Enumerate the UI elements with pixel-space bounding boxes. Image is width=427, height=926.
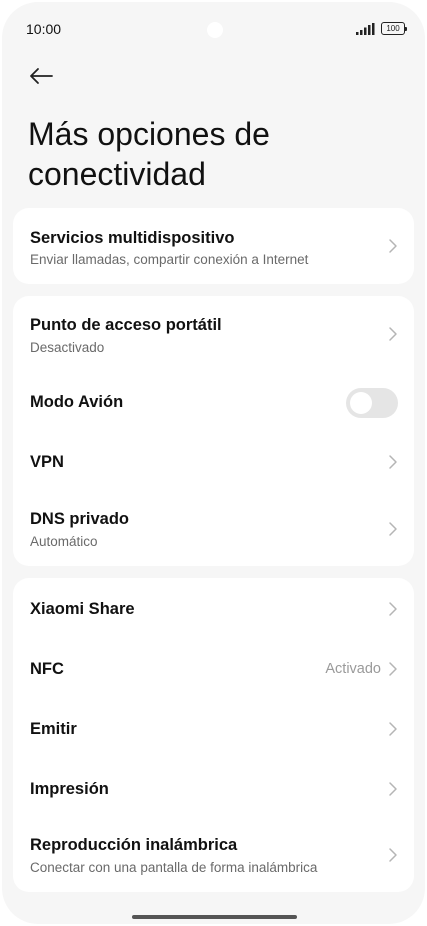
front-camera [207,22,223,38]
page-title: Más opciones de conectividad [28,116,270,192]
chevron-right-icon [389,522,397,536]
chevron-right-icon [389,662,397,676]
card-multidevice: Servicios multidispositivo Enviar llamad… [13,208,414,284]
battery-level: 100 [386,23,400,33]
airplane-mode-toggle[interactable] [346,388,398,418]
toggle-knob [350,392,372,414]
row-impresion[interactable]: Impresión [13,758,414,818]
chevron-right-icon [389,722,397,736]
status-bar: 10:00 100 [2,2,425,54]
signal-icon [356,22,375,35]
row-title: Modo Avión [30,393,124,411]
row-title: DNS privado [30,510,130,528]
nfc-status-value: Activado [325,661,381,677]
row-title: NFC [30,660,64,678]
chevron-right-icon [389,782,397,796]
card-network: Punto de acceso portátil Desactivado Mod… [13,296,414,566]
row-title: VPN [30,453,64,471]
chevron-right-icon [389,327,397,341]
back-button[interactable] [24,62,58,90]
row-subtitle: Automático [30,534,98,549]
chevron-right-icon [389,455,397,469]
row-subtitle: Enviar llamadas, compartir conexión a In… [30,252,309,267]
row-title: Punto de acceso portátil [30,316,222,334]
row-subtitle: Conectar con una pantalla de forma inalá… [30,860,318,875]
row-dns-privado[interactable]: DNS privado Automático [13,492,414,566]
chevron-right-icon [389,848,397,862]
row-emitir[interactable]: Emitir [13,698,414,758]
row-title: Xiaomi Share [30,600,135,618]
phone-screen: 10:00 100 Más opciones de conectividad S… [2,2,425,924]
row-title: Emitir [30,720,77,738]
status-icons: 100 [355,22,407,35]
row-title: Servicios multidispositivo [30,229,235,247]
chevron-right-icon [389,602,397,616]
chevron-right-icon [389,239,397,253]
row-title: Reproducción inalámbrica [30,836,238,854]
battery-icon: 100 [381,22,407,35]
status-time: 10:00 [26,21,62,37]
row-title: Impresión [30,780,109,798]
row-servicios-multidispositivo[interactable]: Servicios multidispositivo Enviar llamad… [13,208,414,284]
arrow-left-icon [30,68,53,84]
card-sharing: Xiaomi Share NFC Activado Emitir Impresi… [13,578,414,892]
home-indicator[interactable] [132,915,297,919]
row-vpn[interactable]: VPN [13,432,414,492]
row-nfc[interactable]: NFC Activado [13,638,414,698]
row-modo-avion[interactable]: Modo Avión [13,372,414,432]
row-reproduccion-inalambrica[interactable]: Reproducción inalámbrica Conectar con un… [13,818,414,892]
row-punto-de-acceso[interactable]: Punto de acceso portátil Desactivado [13,296,414,372]
row-xiaomi-share[interactable]: Xiaomi Share [13,578,414,638]
row-subtitle: Desactivado [30,340,105,355]
